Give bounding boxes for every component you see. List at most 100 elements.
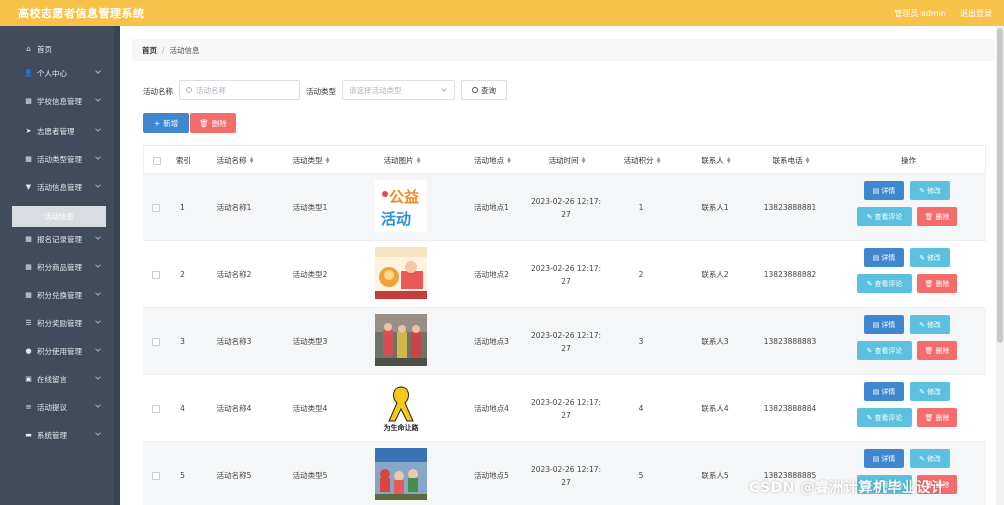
cell-index: 3: [180, 337, 185, 346]
bulk-delete-button[interactable]: 🗑 删除: [190, 113, 236, 133]
sidebar-subitem-activity-info[interactable]: 活动信息: [12, 206, 106, 227]
view-comments-button[interactable]: ✎ 查看评论: [857, 274, 912, 293]
row-checkbox[interactable]: [152, 404, 160, 413]
cell-contact: 联系人4: [701, 404, 729, 413]
edit-button[interactable]: ✎ 修改: [910, 315, 950, 334]
scrollbar-thumb[interactable]: [997, 28, 1003, 343]
detail-button[interactable]: ▤ 详情: [864, 181, 904, 200]
cell-activity-image: [348, 308, 454, 375]
cell-activity-type: 活动类型4: [292, 404, 328, 413]
grid-icon: ▦: [25, 155, 32, 163]
delete-button[interactable]: 🗑 删除: [917, 274, 957, 293]
sidebar-item-2[interactable]: ▦ 学校信息管理: [0, 90, 114, 112]
delete-button[interactable]: 🗑 删除: [917, 341, 957, 360]
sidebar-item-5[interactable]: ▼ 活动信息管理: [0, 176, 114, 198]
cell-operations: ▤ 详情 ✎ 修改 ✎ 查看评论 🗑 删除: [829, 241, 986, 308]
header-activity-time[interactable]: 活动时间 ▲ ▼: [530, 146, 604, 175]
logout-link[interactable]: 退出登录: [960, 8, 992, 19]
sidebar-item-8[interactable]: ▦ 积分兑换管理: [0, 284, 114, 306]
header-activity-type[interactable]: 活动类型 ▲ ▼: [273, 146, 349, 175]
page-scrollbar[interactable]: [996, 26, 1004, 505]
activity-time-line1: 2023-02-26 12:17:: [530, 397, 602, 407]
sort-icon[interactable]: ▲ ▼: [417, 156, 421, 164]
sort-icon[interactable]: ▲ ▼: [326, 156, 330, 164]
edit-icon: ✎: [919, 253, 925, 262]
select-all-checkbox[interactable]: [153, 156, 161, 165]
sidebar-item-11[interactable]: ▣ 在线留言: [0, 368, 114, 390]
grid-icon: ▦: [25, 235, 32, 243]
chevron-down-icon: [95, 346, 101, 352]
activity-image: 公益 活动: [375, 179, 427, 236]
view-comments-button[interactable]: ✎ 查看评论: [857, 207, 912, 226]
header-contact[interactable]: 联系人 ▲ ▼: [680, 146, 752, 175]
chevron-down-icon: [441, 86, 447, 92]
cell-phone: 13823888883: [763, 337, 817, 346]
view-comments-button[interactable]: ✎ 查看评论: [857, 341, 912, 360]
breadcrumb-current: 活动信息: [169, 45, 200, 55]
cell-activity-points: 3: [638, 337, 644, 346]
edit-button[interactable]: ✎ 修改: [910, 181, 950, 200]
sort-icon[interactable]: ▲ ▼: [657, 156, 661, 164]
sort-icon[interactable]: ▲ ▼: [806, 156, 810, 164]
add-button[interactable]: + 新增: [143, 113, 189, 133]
breadcrumb-home[interactable]: 首页: [142, 45, 157, 56]
activity-image: [375, 313, 427, 370]
sidebar-item-0[interactable]: ⌂ 首页: [0, 38, 114, 60]
row-checkbox[interactable]: [152, 270, 160, 279]
detail-button[interactable]: ▤ 详情: [864, 315, 904, 334]
sidebar-item-label: 积分兑换管理: [37, 290, 82, 300]
sidebar-item-9[interactable]: ☰ 积分奖励管理: [0, 312, 114, 334]
cell-activity-type: 活动类型3: [292, 337, 328, 346]
edit-button[interactable]: ✎ 修改: [910, 248, 950, 267]
sidebar-item-4[interactable]: ▦ 活动类型管理: [0, 148, 114, 170]
row-checkbox[interactable]: [152, 203, 160, 212]
view-comments-button[interactable]: ✎ 查看评论: [857, 408, 912, 427]
sidebar-item-1[interactable]: 👤 个人中心: [0, 62, 114, 84]
activity-type-label: 活动类型: [306, 87, 336, 96]
admin-label[interactable]: 管理员 admin: [894, 8, 946, 19]
activity-name-input[interactable]: 活动名称: [179, 80, 300, 100]
edit-button[interactable]: ✎ 修改: [910, 449, 950, 468]
sidebar-item-label: 活动类型管理: [37, 154, 82, 164]
detail-button[interactable]: ▤ 详情: [864, 382, 904, 401]
sidebar-item-10[interactable]: ● 积分使用管理: [0, 340, 114, 362]
table-row[interactable]: 3 活动名称3 活动类型3 活动地点3 2023-02-26 12:17: 27…: [143, 308, 986, 375]
table-row[interactable]: 4 活动名称4 活动类型4 为生命让路 活动地点4 2023-02-26 12:…: [143, 375, 986, 442]
row-checkbox[interactable]: [152, 337, 160, 346]
cell-activity-type: 活动类型1: [292, 203, 328, 212]
row-checkbox[interactable]: [152, 471, 160, 480]
edit-button[interactable]: ✎ 修改: [910, 382, 950, 401]
delete-button[interactable]: 🗑 删除: [917, 408, 957, 427]
activity-type-select[interactable]: 请选择活动类型: [342, 80, 455, 100]
sort-icon[interactable]: ▲ ▼: [507, 156, 511, 164]
header-activity-name[interactable]: 活动名称 ▲ ▼: [197, 146, 273, 175]
search-icon: [186, 87, 192, 93]
header-phone[interactable]: 联系电话 ▲ ▼: [752, 146, 830, 175]
sort-icon[interactable]: ▲ ▼: [250, 156, 254, 164]
sidebar-item-13[interactable]: ▬ 系统管理: [0, 424, 114, 446]
sidebar-item-12[interactable]: ≡ 活动提议: [0, 396, 114, 418]
sidebar-item-7[interactable]: ▦ 积分商品管理: [0, 256, 114, 278]
detail-button[interactable]: ▤ 详情: [864, 449, 904, 468]
activity-name-label: 活动名称: [143, 87, 173, 96]
edit-icon: ✎: [866, 346, 873, 355]
sidebar-item-3[interactable]: ➤ 志愿者管理: [0, 120, 114, 142]
sidebar-item-6[interactable]: ▦ 报名记录管理: [0, 228, 114, 250]
edit-icon: ✎: [919, 186, 925, 195]
header-activity-place[interactable]: 活动地点 ▲ ▼: [455, 146, 530, 175]
sidebar-item-label: 活动信息管理: [37, 182, 82, 192]
sort-icon[interactable]: ▲ ▼: [727, 156, 731, 164]
table-row[interactable]: 1 活动名称1 活动类型1 公益 活动 活动地点1 2023-02-26 12:…: [143, 174, 986, 241]
add-button-label: 新增: [163, 118, 179, 128]
table-row[interactable]: 2 活动名称2 活动类型2 活动地点2 2023-02-26 12:17: 27…: [143, 241, 986, 308]
chevron-down-icon: [95, 290, 101, 296]
header-activity-points[interactable]: 活动积分 ▲ ▼: [604, 146, 680, 175]
delete-button[interactable]: 🗑 删除: [917, 207, 957, 226]
query-button-label: 查询: [481, 85, 496, 95]
sort-icon[interactable]: ▲ ▼: [582, 156, 586, 164]
query-button[interactable]: 查询: [461, 80, 507, 100]
cell-activity-image: [348, 442, 454, 505]
edit-icon: ✎: [866, 279, 873, 288]
header-activity-image[interactable]: 活动图片 ▲ ▼: [349, 146, 455, 175]
detail-button[interactable]: ▤ 详情: [864, 248, 904, 267]
